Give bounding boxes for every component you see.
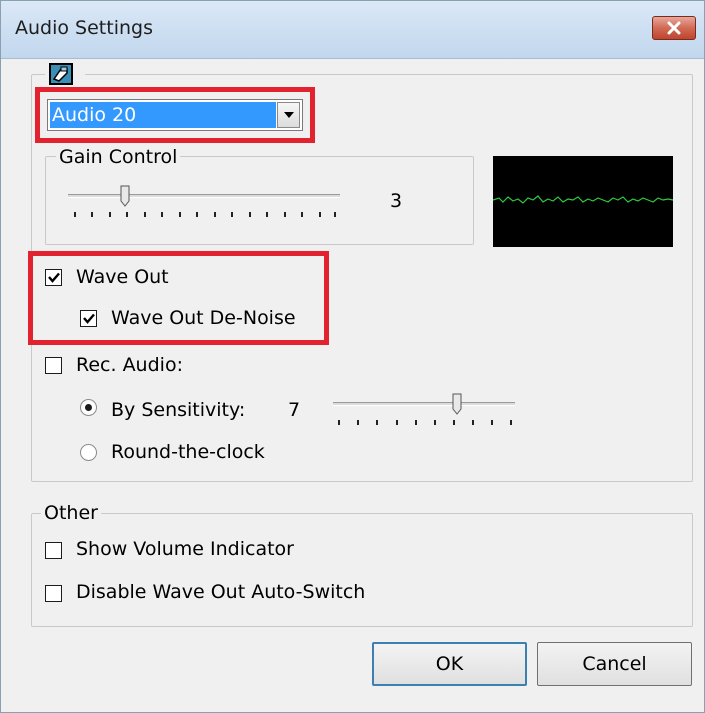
rec-audio-label: Rec. Audio: — [76, 354, 183, 376]
highlight-box-dropdown — [35, 87, 315, 143]
disable-auto-switch-label: Disable Wave Out Auto-Switch — [76, 581, 366, 603]
sensitivity-slider-ticks — [338, 420, 512, 426]
audio-settings-dialog: Audio Settings Audio 20 Gain Control 3 W… — [0, 0, 705, 713]
sensitivity-slider-track[interactable] — [333, 402, 515, 406]
gain-control-frame — [45, 156, 474, 245]
round-the-clock-radio[interactable] — [80, 444, 97, 461]
disable-auto-switch-checkbox[interactable] — [45, 585, 62, 602]
highlight-box-wave-out — [28, 251, 329, 345]
close-icon — [667, 21, 681, 35]
title-bar[interactable]: Audio Settings — [1, 1, 704, 59]
other-group-frame — [31, 513, 693, 627]
round-the-clock-label: Round-the-clock — [111, 441, 265, 463]
sensitivity-slider-thumb[interactable] — [452, 393, 462, 415]
other-group-label: Other — [41, 502, 101, 524]
gain-slider-track[interactable] — [68, 194, 340, 198]
gain-slider-ticks — [74, 212, 336, 218]
rec-audio-checkbox[interactable] — [45, 357, 62, 374]
gain-value: 3 — [390, 190, 403, 212]
waveform-trace — [492, 195, 674, 204]
window-title: Audio Settings — [15, 17, 153, 39]
by-sensitivity-label: By Sensitivity: — [111, 399, 246, 421]
gain-control-label: Gain Control — [56, 146, 181, 168]
radio-selected-dot — [85, 404, 92, 411]
cancel-button[interactable]: Cancel — [537, 642, 692, 686]
by-sensitivity-radio[interactable] — [80, 399, 97, 416]
gain-slider-thumb[interactable] — [120, 185, 130, 207]
audio-device-icon — [45, 63, 85, 85]
close-button[interactable] — [652, 16, 696, 40]
ok-button[interactable]: OK — [372, 642, 527, 686]
show-volume-indicator-checkbox[interactable] — [45, 542, 62, 559]
show-volume-indicator-label: Show Volume Indicator — [76, 538, 294, 560]
sensitivity-value: 7 — [288, 399, 301, 421]
audio-level-scope — [492, 156, 674, 247]
